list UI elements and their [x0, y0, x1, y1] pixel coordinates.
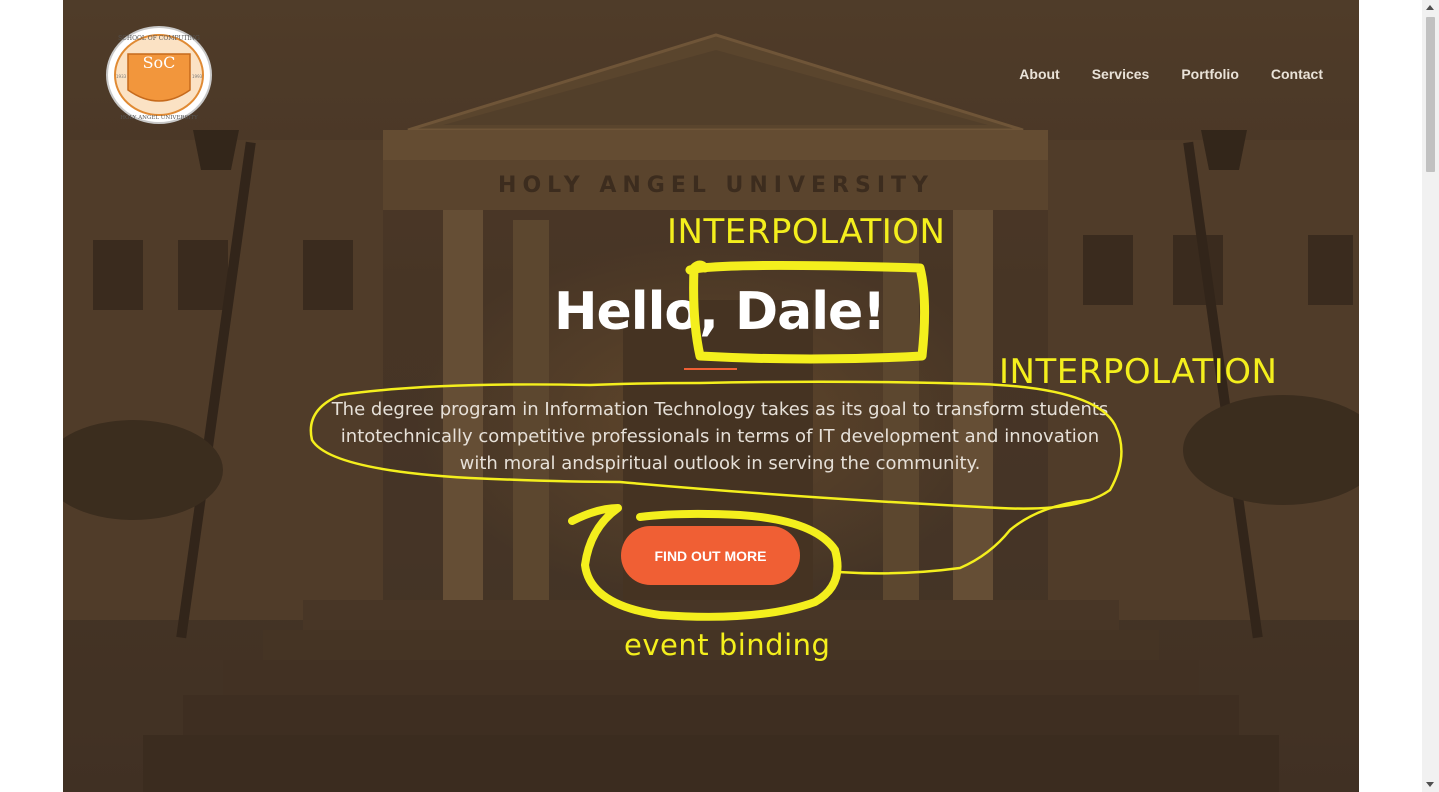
nav-portfolio-link[interactable]: Portfolio: [1181, 66, 1239, 82]
headline-divider: [684, 368, 737, 370]
annotation-label-interpolation-2: INTERPOLATION: [999, 352, 1278, 392]
hero-headline: Hello, Dale!: [553, 282, 886, 342]
school-logo[interactable]: SoC SCHOOL OF COMPUTING HOLY ANGEL UNIVE…: [106, 26, 212, 124]
nav-services-link[interactable]: Services: [1092, 66, 1150, 82]
find-out-more-button[interactable]: FIND OUT MORE: [621, 526, 800, 585]
annotation-label-event-binding: event binding: [624, 628, 831, 662]
scroll-up-arrow-icon[interactable]: [1426, 5, 1434, 10]
hero-lead-text: The degree program in Information Techno…: [331, 399, 1109, 474]
scroll-down-arrow-icon[interactable]: [1426, 782, 1434, 787]
logo-ring-top: SCHOOL OF COMPUTING: [118, 35, 200, 42]
scrollbar-thumb[interactable]: [1426, 17, 1435, 172]
logo-year-right: 1993: [192, 74, 203, 79]
nav-about-link[interactable]: About: [1019, 66, 1059, 82]
logo-year-left: 1933: [116, 74, 127, 79]
logo-ring-bottom: HOLY ANGEL UNIVERSITY: [120, 115, 198, 121]
page-scrollbar[interactable]: [1422, 0, 1439, 792]
nav-contact-link[interactable]: Contact: [1271, 66, 1323, 82]
main-nav: About Services Portfolio Contact: [1019, 66, 1323, 82]
logo-initials: SoC: [143, 53, 176, 72]
annotation-label-interpolation-1: INTERPOLATION: [667, 212, 946, 252]
